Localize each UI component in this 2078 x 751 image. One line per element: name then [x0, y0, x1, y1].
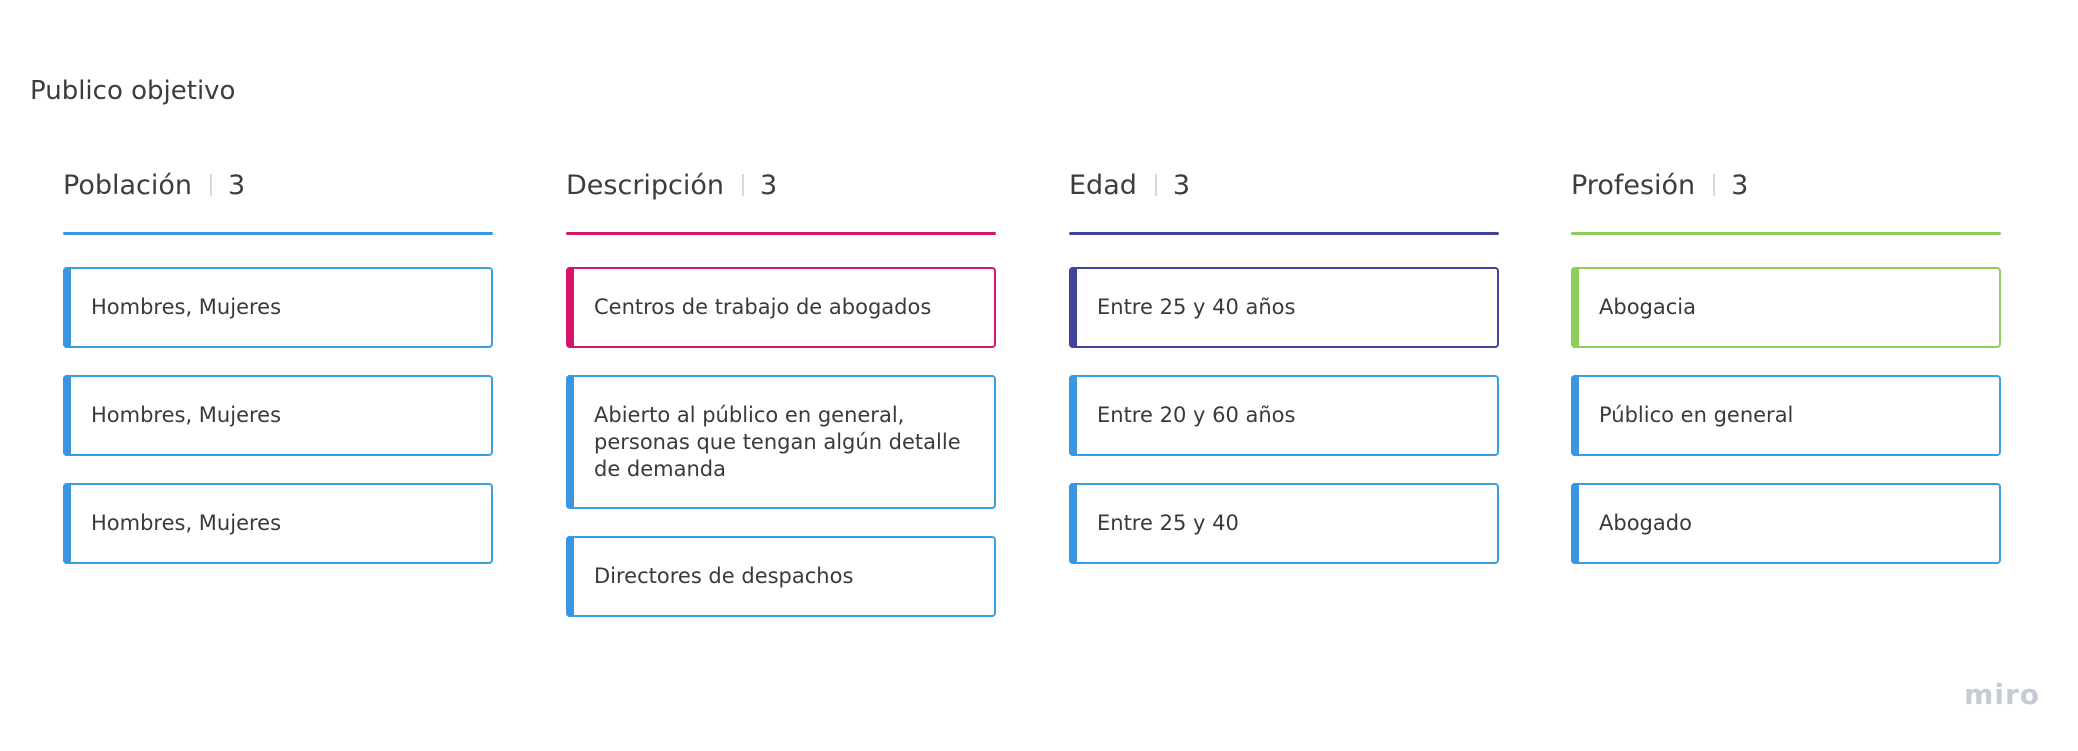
column-header[interactable]: Profesión 3 — [1571, 165, 2001, 205]
card-color-bar — [1069, 483, 1077, 564]
card[interactable]: Entre 25 y 40 — [1069, 483, 1499, 564]
card[interactable]: Hombres, Mujeres — [63, 267, 493, 348]
card[interactable]: Público en general — [1571, 375, 2001, 456]
card-text: Entre 25 y 40 — [1097, 511, 1239, 535]
column-count: 3 — [228, 169, 246, 201]
column-separator — [1713, 174, 1716, 196]
card-text: Directores de despachos — [594, 564, 854, 588]
card[interactable]: Hombres, Mujeres — [63, 375, 493, 456]
card[interactable]: Directores de despachos — [566, 536, 996, 617]
column-count: 3 — [1172, 169, 1191, 201]
card-text: Abogacia — [1599, 295, 1696, 319]
card[interactable]: Abogacia — [1571, 267, 2001, 348]
column-header[interactable]: Descripción 3 — [566, 165, 996, 205]
column-count: 3 — [760, 169, 778, 201]
card-text: Abogado — [1599, 511, 1692, 535]
card-text: Centros de trabajo de abogados — [594, 295, 932, 319]
card-text: Entre 25 y 40 años — [1097, 295, 1296, 319]
column-underline — [1069, 232, 1499, 235]
column-title: Profesión — [1571, 169, 1696, 201]
column-header[interactable]: Población 3 — [63, 165, 493, 205]
card-color-bar — [1069, 267, 1077, 348]
card-text: Hombres, Mujeres — [91, 295, 282, 319]
card-color-bar — [566, 267, 574, 348]
card-color-bar — [63, 483, 71, 564]
column-header[interactable]: Edad 3 — [1069, 165, 1499, 205]
card[interactable]: Centros de trabajo de abogados — [566, 267, 996, 348]
column-count: 3 — [1731, 169, 1749, 201]
card-color-bar — [566, 536, 574, 617]
column-underline — [63, 232, 493, 235]
column-title: Población — [63, 169, 193, 201]
card-color-bar — [63, 267, 71, 348]
card-text: Abierto al público en general, personas … — [594, 402, 961, 481]
card-color-bar — [1069, 375, 1077, 456]
card-color-bar — [1571, 483, 1579, 564]
card-text: Público en general — [1599, 403, 1794, 427]
card-color-bar — [63, 375, 71, 456]
card-list: Abogacia Público en general Abogado — [1571, 267, 2001, 564]
column-underline — [1571, 232, 2001, 235]
column-separator — [742, 174, 745, 196]
card-color-bar — [1571, 267, 1579, 348]
card-text: Entre 20 y 60 años — [1097, 403, 1296, 427]
column-edad: Edad 3 Entre 25 y 40 años Entre 20 y 60 … — [1069, 165, 1499, 564]
miro-logo: miro — [1964, 678, 2040, 711]
card[interactable]: Entre 20 y 60 años — [1069, 375, 1499, 456]
column-title: Descripción — [566, 169, 725, 201]
board-title: Publico objetivo — [30, 76, 236, 106]
card[interactable]: Abierto al público en general, personas … — [566, 375, 996, 509]
column-profesion: Profesión 3 Abogacia Público en general … — [1571, 165, 2001, 564]
card-text: Hombres, Mujeres — [91, 511, 282, 535]
column-title: Edad — [1069, 169, 1137, 201]
card[interactable]: Entre 25 y 40 años — [1069, 267, 1499, 348]
card-list: Centros de trabajo de abogados Abierto a… — [566, 267, 996, 617]
column-separator — [210, 174, 213, 196]
card-color-bar — [566, 375, 574, 509]
card-list: Hombres, Mujeres Hombres, Mujeres Hombre… — [63, 267, 493, 564]
card[interactable]: Hombres, Mujeres — [63, 483, 493, 564]
column-poblacion: Población 3 Hombres, Mujeres Hombres, Mu… — [63, 165, 493, 564]
column-underline — [566, 232, 996, 235]
column-descripcion: Descripción 3 Centros de trabajo de abog… — [566, 165, 996, 617]
card-text: Hombres, Mujeres — [91, 403, 282, 427]
card-color-bar — [1571, 375, 1579, 456]
card[interactable]: Abogado — [1571, 483, 2001, 564]
card-list: Entre 25 y 40 años Entre 20 y 60 años En… — [1069, 267, 1499, 564]
column-separator — [1154, 174, 1157, 196]
